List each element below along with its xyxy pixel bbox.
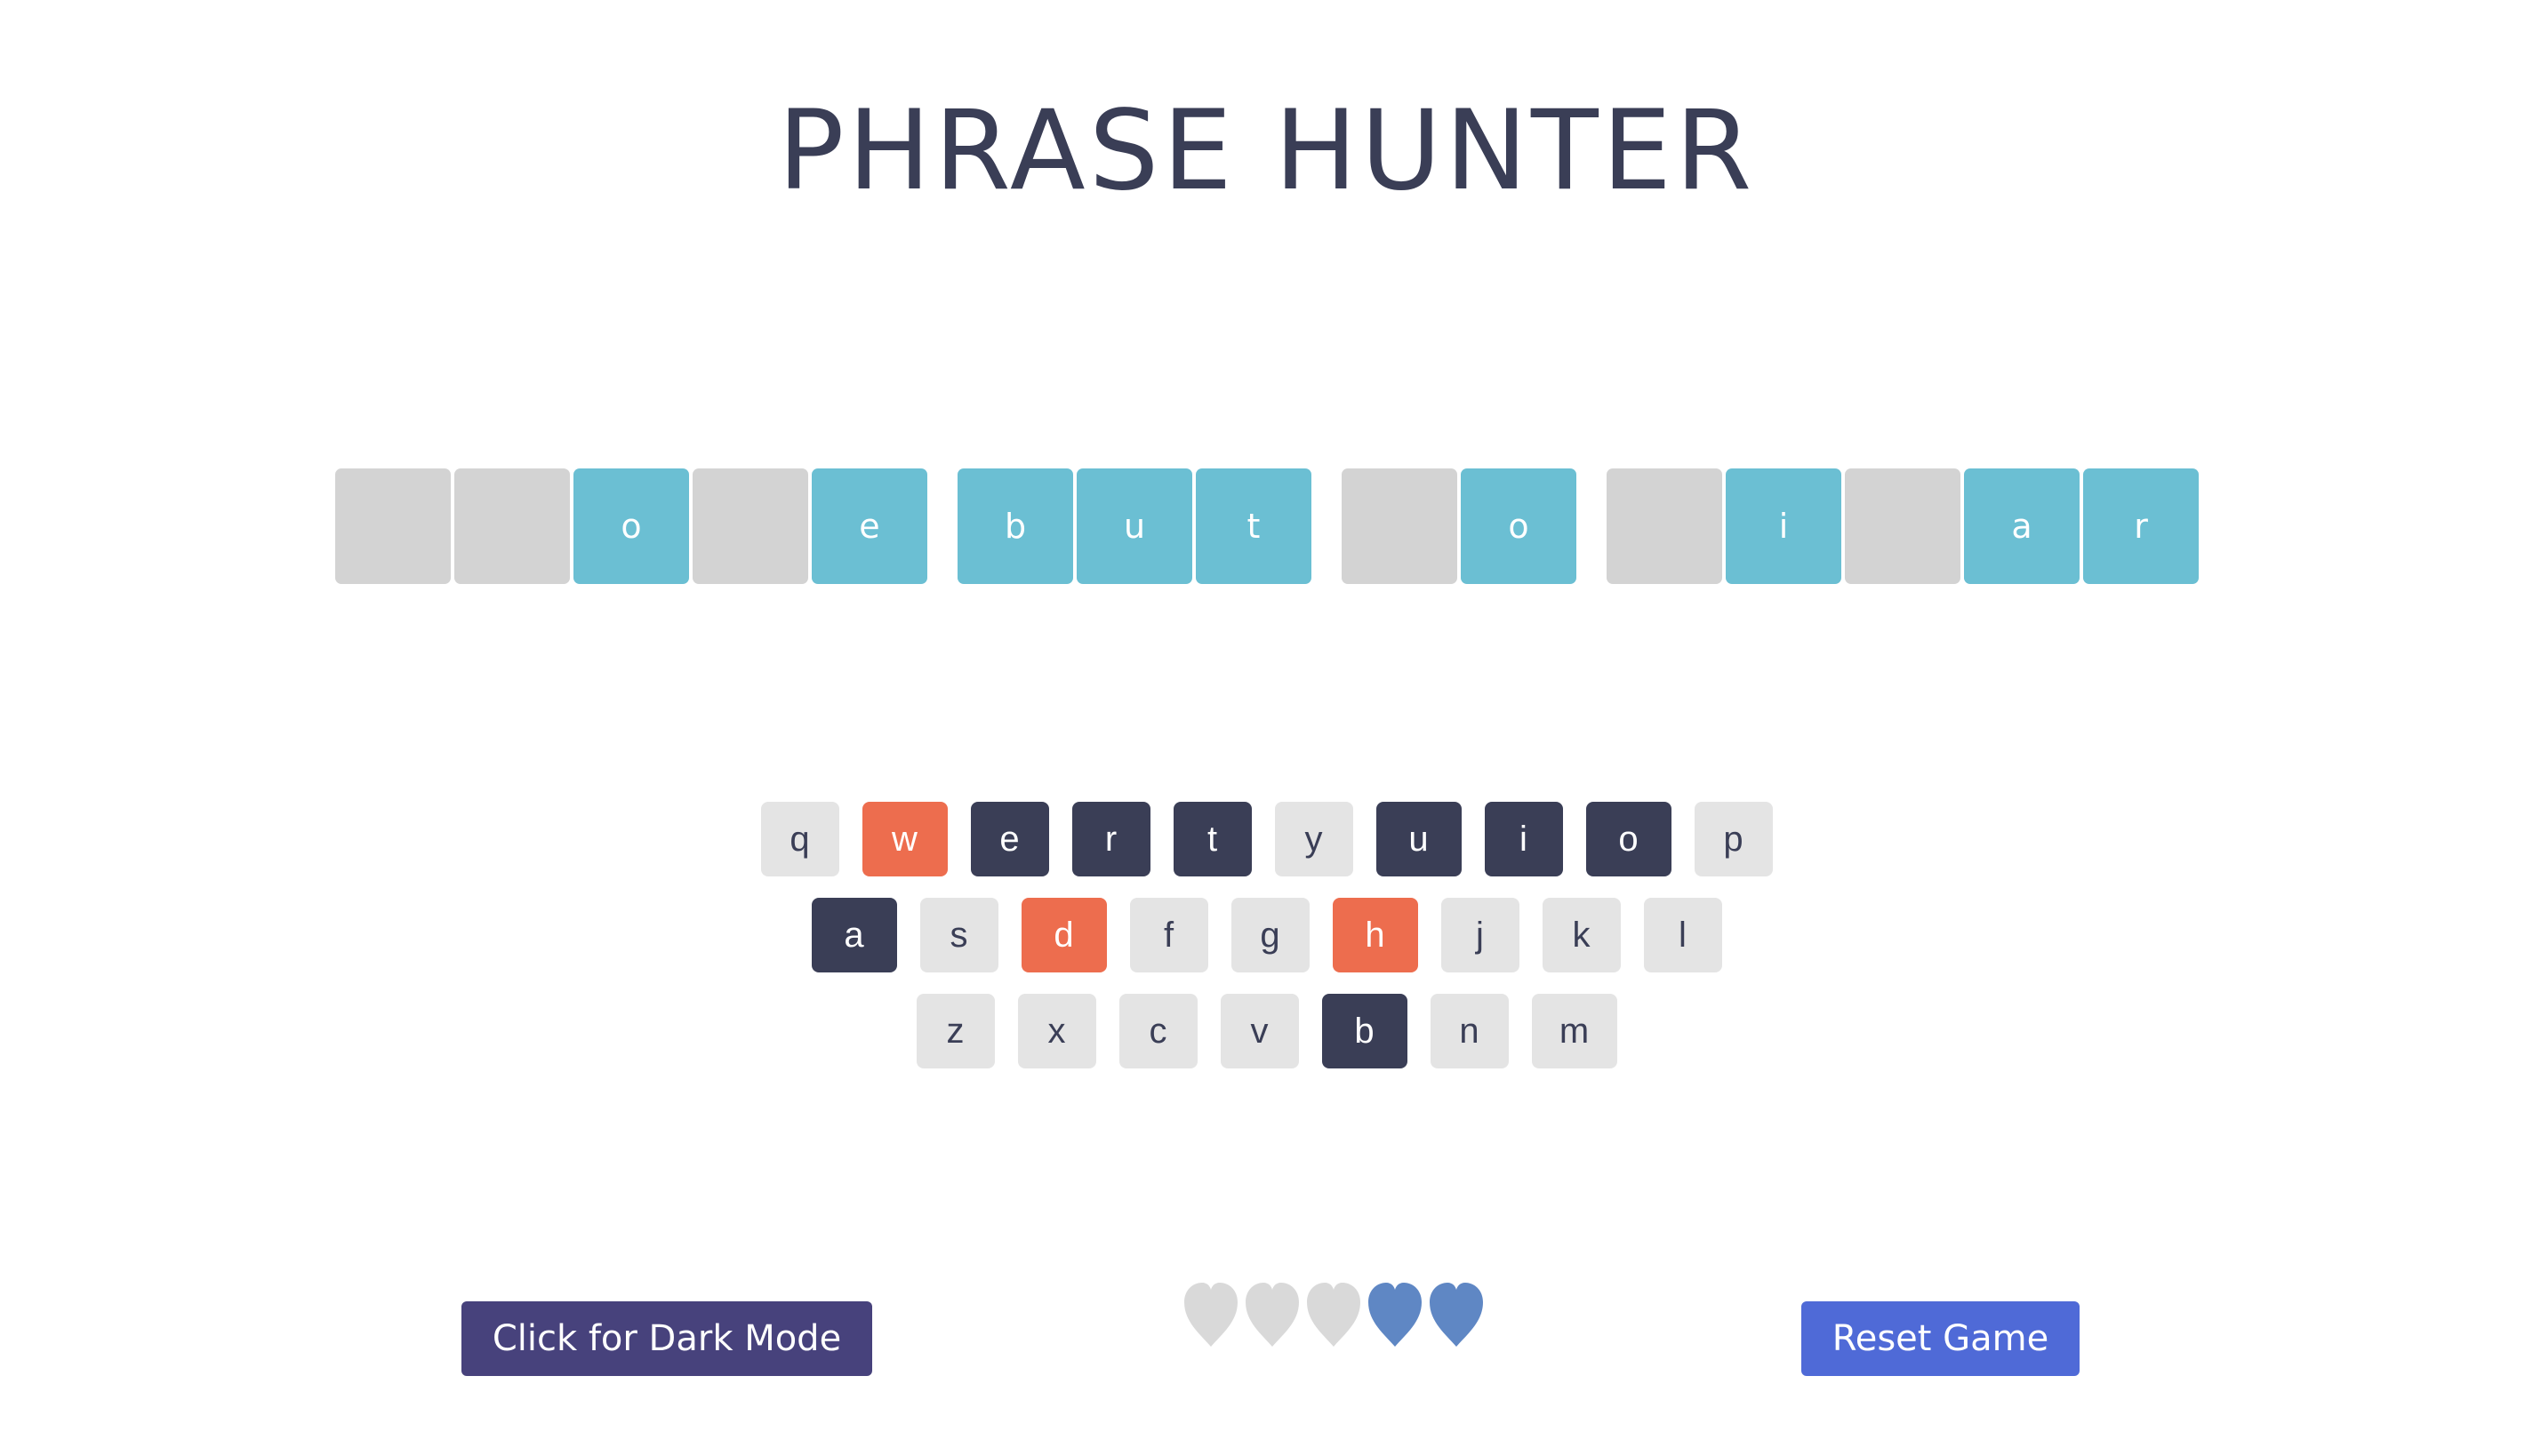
phrase-letter-hidden <box>454 468 570 584</box>
key-i[interactable]: i <box>1484 802 1563 876</box>
keyboard-row: qwertyuiop <box>0 802 2533 876</box>
dark-mode-button[interactable]: Click for Dark Mode <box>461 1301 872 1376</box>
key-f[interactable]: f <box>1129 898 1208 972</box>
phrase-letter-revealed: a <box>1964 468 2080 584</box>
phrase-word: o <box>1342 468 1576 584</box>
phrase-letter-revealed: u <box>1077 468 1192 584</box>
key-q[interactable]: q <box>760 802 839 876</box>
key-l[interactable]: l <box>1643 898 1722 972</box>
phrase-board: oebutoiar <box>335 468 2199 584</box>
key-v[interactable]: v <box>1220 994 1299 1068</box>
key-h[interactable]: h <box>1332 898 1418 972</box>
key-m[interactable]: m <box>1531 994 1617 1068</box>
key-p[interactable]: p <box>1694 802 1773 876</box>
phrase-letter-hidden <box>1845 468 1960 584</box>
phrase-letter-hidden <box>693 468 808 584</box>
phrase-letter-revealed: r <box>2083 468 2199 584</box>
phrase-letter-hidden <box>1342 468 1457 584</box>
key-y[interactable]: y <box>1274 802 1353 876</box>
key-g[interactable]: g <box>1230 898 1310 972</box>
key-b[interactable]: b <box>1321 994 1407 1068</box>
key-n[interactable]: n <box>1430 994 1509 1068</box>
key-z[interactable]: z <box>916 994 995 1068</box>
lives-scoreboard <box>1182 1281 1489 1348</box>
phrase-word: i ar <box>1607 468 2199 584</box>
key-k[interactable]: k <box>1542 898 1621 972</box>
game-screen: PHRASE HUNTER oebutoiar qwertyuiopasdfgh… <box>0 0 2533 1456</box>
key-c[interactable]: c <box>1118 994 1198 1068</box>
on-screen-keyboard: qwertyuiop asdfghjkl zxcvbnm <box>0 802 2533 1090</box>
keyboard-row: asdfghjkl <box>0 898 2533 972</box>
phrase-letter-hidden <box>1607 468 1722 584</box>
key-d[interactable]: d <box>1021 898 1107 972</box>
key-w[interactable]: w <box>862 802 948 876</box>
heart-icon-live <box>1367 1281 1423 1348</box>
key-j[interactable]: j <box>1440 898 1519 972</box>
key-s[interactable]: s <box>919 898 998 972</box>
page-title: PHRASE HUNTER <box>777 87 1756 215</box>
key-o[interactable]: o <box>1585 802 1671 876</box>
keyboard-row: zxcvbnm <box>0 994 2533 1068</box>
heart-icon-lost <box>1182 1281 1239 1348</box>
phrase-letter-revealed: o <box>573 468 689 584</box>
key-e[interactable]: e <box>970 802 1049 876</box>
phrase-letter-revealed: b <box>958 468 1073 584</box>
phrase-word: but <box>958 468 1311 584</box>
key-x[interactable]: x <box>1017 994 1096 1068</box>
reset-game-button[interactable]: Reset Game <box>1801 1301 2080 1376</box>
key-t[interactable]: t <box>1173 802 1252 876</box>
phrase-letter-revealed: i <box>1726 468 1841 584</box>
heart-icon-lost <box>1244 1281 1301 1348</box>
phrase-letter-hidden <box>335 468 451 584</box>
phrase-letter-revealed: t <box>1196 468 1311 584</box>
phrase-letter-revealed: e <box>812 468 927 584</box>
phrase-word: oe <box>335 468 927 584</box>
heart-icon-lost <box>1305 1281 1362 1348</box>
key-u[interactable]: u <box>1375 802 1462 876</box>
key-a[interactable]: a <box>811 898 897 972</box>
key-r[interactable]: r <box>1071 802 1150 876</box>
phrase-letter-revealed: o <box>1461 468 1576 584</box>
heart-icon-live <box>1428 1281 1485 1348</box>
